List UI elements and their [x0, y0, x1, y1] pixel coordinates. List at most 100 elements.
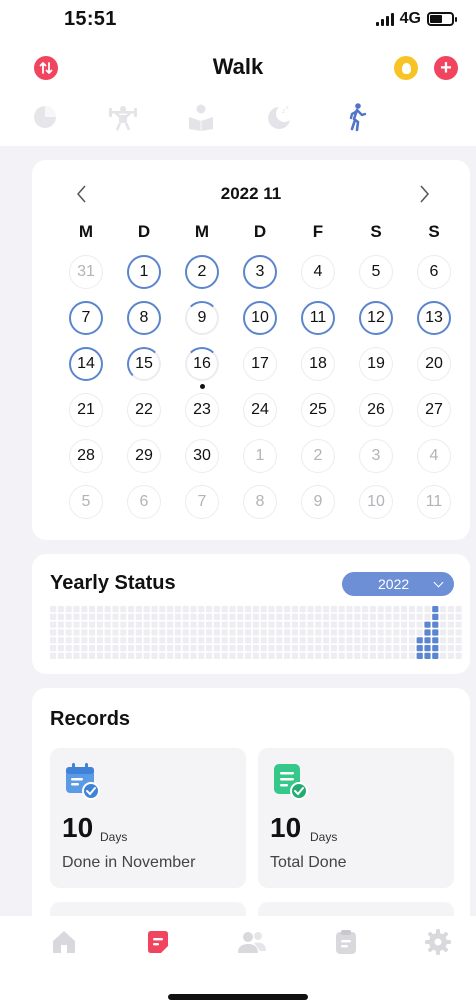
calendar-day[interactable]: 18	[301, 347, 335, 381]
calendar-day[interactable]: 2	[185, 255, 219, 289]
heatmap-cell	[385, 629, 392, 636]
heatmap-cell	[440, 613, 447, 620]
calendar-day[interactable]: 20	[417, 347, 451, 381]
status-time: 15:51	[64, 8, 117, 30]
heatmap-cell	[237, 621, 244, 628]
calendar-day[interactable]: 21	[69, 393, 103, 427]
heatmap-cell	[50, 637, 57, 644]
heatmap-cell	[252, 637, 259, 644]
tip-button[interactable]	[394, 56, 418, 80]
heatmap-cell	[362, 645, 369, 652]
tab-habits[interactable]	[144, 928, 172, 956]
heatmap-cell	[393, 652, 400, 659]
calendar-day[interactable]: 3	[359, 439, 393, 473]
stat-tile-total-done[interactable]: 10 Days Total Done	[258, 748, 454, 888]
heatmap-cell	[167, 629, 174, 636]
calendar-day[interactable]: 11	[417, 485, 451, 519]
add-button[interactable]: +	[434, 56, 458, 80]
calendar-day[interactable]: 15	[127, 347, 161, 381]
heatmap-cell	[237, 613, 244, 620]
heatmap-cell	[245, 629, 252, 636]
tab-journal[interactable]	[332, 928, 360, 956]
heatmap-cell	[159, 621, 166, 628]
heatmap-cell	[198, 613, 205, 620]
gear-icon	[425, 929, 451, 955]
tab-home[interactable]	[50, 928, 78, 956]
calendar-day[interactable]: 26	[359, 393, 393, 427]
calendar-day[interactable]: 23	[185, 393, 219, 427]
heatmap-cell	[362, 606, 369, 613]
heatmap-cell	[268, 613, 275, 620]
stat-value: 10	[62, 812, 94, 843]
heatmap-cell	[338, 652, 345, 659]
category-tab-workout[interactable]	[106, 102, 140, 132]
calendar-day[interactable]: 9	[185, 301, 219, 335]
calendar-day[interactable]: 13	[417, 301, 451, 335]
heatmap-cell	[338, 645, 345, 652]
heatmap-cell	[213, 652, 220, 659]
calendar-day[interactable]: 4	[301, 255, 335, 289]
heatmap-cell	[50, 652, 57, 659]
calendar-day[interactable]: 8	[243, 485, 277, 519]
heatmap-cell	[120, 637, 127, 644]
heatmap-cell	[73, 629, 80, 636]
calendar-day[interactable]: 9	[301, 485, 335, 519]
category-tab-overview[interactable]	[28, 102, 62, 132]
calendar-day[interactable]: 8	[127, 301, 161, 335]
records-title: Records	[50, 708, 131, 730]
calendar-day[interactable]: 30	[185, 439, 219, 473]
calendar-day[interactable]: 1	[127, 255, 161, 289]
heatmap-cell	[440, 606, 447, 613]
calendar-day[interactable]: 2	[301, 439, 335, 473]
calendar-day[interactable]: 5	[69, 485, 103, 519]
category-tab-reading[interactable]	[184, 102, 218, 132]
heatmap-cell	[385, 613, 392, 620]
heatmap-cell	[346, 621, 353, 628]
calendar-day[interactable]: 17	[243, 347, 277, 381]
calendar-day[interactable]: 6	[417, 255, 451, 289]
calendar-day[interactable]: 27	[417, 393, 451, 427]
calendar-day[interactable]: 31	[69, 255, 103, 289]
calendar-day[interactable]: 1	[243, 439, 277, 473]
category-tab-walk[interactable]	[340, 102, 374, 132]
calendar-day[interactable]: 24	[243, 393, 277, 427]
calendar-day[interactable]: 5	[359, 255, 393, 289]
calendar-day[interactable]: 3	[243, 255, 277, 289]
calendar-day[interactable]: 10	[243, 301, 277, 335]
stat-tile-done-in-month[interactable]: 10 Days Done in November	[50, 748, 246, 888]
year-select[interactable]: 2022	[342, 572, 454, 596]
heatmap-cell	[385, 637, 392, 644]
tab-settings[interactable]	[424, 928, 452, 956]
heatmap-cell	[81, 637, 88, 644]
heatmap-cell	[50, 606, 57, 613]
calendar-day[interactable]: 7	[69, 301, 103, 335]
category-tab-sleep[interactable]: z z	[262, 102, 296, 132]
calendar-day[interactable]: 7	[185, 485, 219, 519]
tab-friends[interactable]	[236, 928, 266, 956]
calendar-card: 2022 11 MDMDFSS 31 1 2 3 4 5 6 7 8 9 10 11 12 13 14 15 1…	[32, 160, 470, 540]
calendar-day[interactable]: 11	[301, 301, 335, 335]
calendar-day[interactable]: 4	[417, 439, 451, 473]
calendar-day[interactable]: 19	[359, 347, 393, 381]
calendar-day[interactable]: 10	[359, 485, 393, 519]
heatmap-cell	[128, 637, 135, 644]
calendar-day[interactable]: 12	[359, 301, 393, 335]
heatmap-cell	[268, 652, 275, 659]
heatmap-cell	[307, 645, 314, 652]
calendar-day[interactable]: 25	[301, 393, 335, 427]
calendar-day[interactable]: 28	[69, 439, 103, 473]
heatmap-cell	[159, 645, 166, 652]
heatmap-cell	[354, 613, 361, 620]
calendar-day[interactable]: 14	[69, 347, 103, 381]
calendar-day[interactable]: 22	[127, 393, 161, 427]
calendar-day[interactable]: 29	[127, 439, 161, 473]
heatmap-cell	[338, 621, 345, 628]
heatmap-cell	[65, 621, 72, 628]
heatmap-cell	[135, 613, 142, 620]
heatmap-cell	[174, 629, 181, 636]
heatmap-cell	[447, 629, 454, 636]
calendar-day[interactable]: 6	[127, 485, 161, 519]
heatmap-cell	[182, 613, 189, 620]
heatmap-cell	[323, 645, 330, 652]
calendar-day[interactable]: 16	[185, 347, 219, 381]
